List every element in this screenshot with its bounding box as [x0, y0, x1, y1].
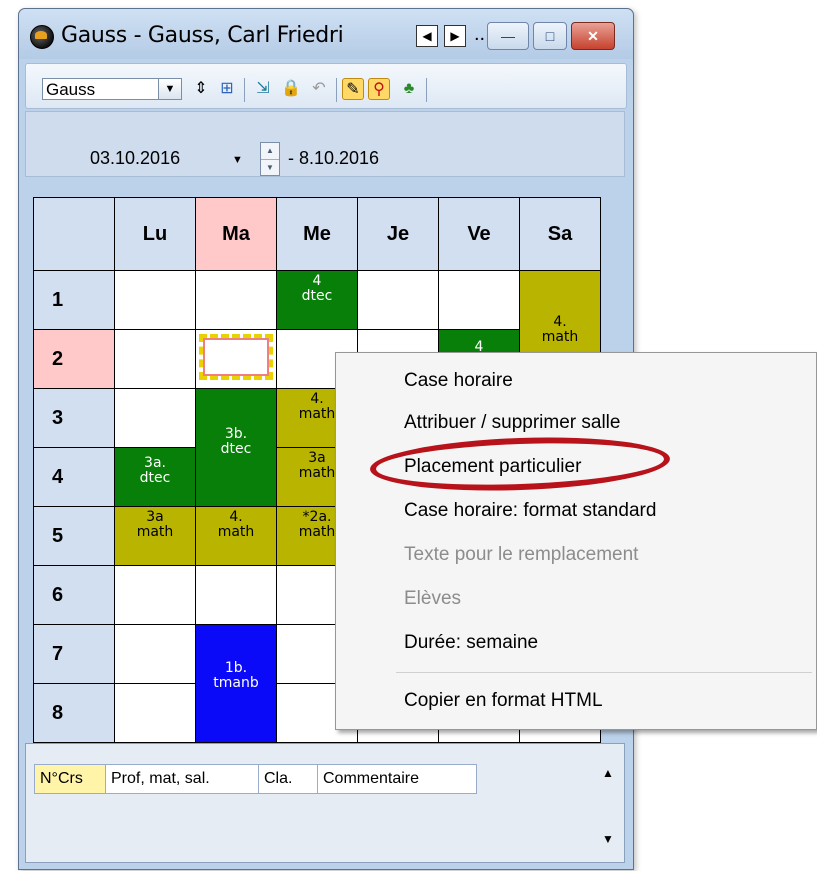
people-icon[interactable]: ♣	[398, 78, 420, 100]
menu-separator	[396, 672, 812, 673]
search-icon[interactable]: ⚲	[368, 78, 390, 100]
teacher-select-value: Gauss	[46, 80, 96, 99]
title-ellipsis: ..	[474, 23, 486, 45]
lesson-class: 4	[312, 273, 322, 289]
minimize-button[interactable]: —	[487, 22, 529, 50]
lesson-subject: math	[217, 524, 255, 540]
spin-down-icon[interactable]: ▼	[261, 160, 279, 176]
spin-up-icon[interactable]: ▲	[261, 143, 279, 160]
end-date-label: - 8.10.2016	[288, 148, 380, 168]
lesson-cell[interactable]: 1b. tmanb	[195, 624, 277, 743]
menu-item-copier-html[interactable]: Copier en format HTML	[404, 690, 603, 712]
lesson-class: 3b.	[224, 426, 248, 442]
chevron-down-icon[interactable]: ▼	[158, 79, 181, 99]
period-label-8[interactable]: 8	[33, 683, 115, 743]
column-header-course-number[interactable]: N°Crs	[34, 764, 106, 794]
chevron-down-icon[interactable]: ▼	[232, 154, 243, 166]
toolbar-separator	[426, 78, 427, 102]
selected-slot[interactable]	[199, 334, 273, 380]
timetable-slot[interactable]	[438, 270, 520, 330]
course-list-panel: N°Crs Prof, mat, sal. Cla. Commentaire ▲…	[25, 743, 625, 863]
menu-item-case-horaire[interactable]: Case horaire	[404, 370, 513, 392]
menu-item-attribuer-salle[interactable]: Attribuer / supprimer salle	[404, 412, 620, 434]
timetable-slot[interactable]	[357, 270, 439, 330]
lesson-class: 4.	[229, 509, 243, 525]
window-title: Gauss - Gauss, Carl Friedri	[61, 23, 344, 48]
toolbar-separator	[244, 78, 245, 102]
menu-item-texte-remplacement: Texte pour le remplacement	[404, 544, 639, 565]
timetable-slot[interactable]	[195, 565, 277, 625]
menu-item-format-standard[interactable]: Case horaire: format standard	[404, 500, 656, 522]
period-label-6[interactable]: 6	[33, 565, 115, 625]
lesson-class: 3a.	[144, 455, 166, 471]
period-label-4[interactable]: 4	[33, 447, 115, 507]
lesson-subject: dtec	[139, 470, 171, 486]
period-label-5[interactable]: 5	[33, 506, 115, 566]
grid-corner	[33, 197, 115, 271]
lesson-cell[interactable]: 3a math	[114, 506, 196, 566]
column-header-comment[interactable]: Commentaire	[317, 764, 477, 794]
sort-icon[interactable]: ⇕	[190, 78, 212, 100]
lesson-cell[interactable]: 3a. dtec	[114, 447, 196, 507]
toolbar: Gauss ▼ ⇕ ⊞ ⇲ 🔒 ↶ ✎ ⚲ ♣	[25, 63, 627, 109]
lesson-cell[interactable]: 4 dtec	[276, 270, 358, 330]
lesson-class: 1b.	[224, 660, 248, 676]
date-range-bar: 03.10.2016 ▼ ▲ ▼ - 8.10.2016	[25, 111, 625, 177]
grid-icon[interactable]: ⊞	[216, 78, 238, 100]
column-header-teacher-subject-room[interactable]: Prof, mat, sal.	[105, 764, 259, 794]
lock-icon[interactable]: 🔒	[280, 78, 302, 100]
menu-item-duree-semaine[interactable]: Durée: semaine	[404, 632, 538, 654]
lesson-subject: tmanb	[213, 675, 259, 691]
lesson-subject: dtec	[301, 288, 333, 304]
lesson-cell[interactable]: 3b. dtec	[195, 388, 277, 507]
app-icon	[30, 25, 54, 49]
day-header-ma[interactable]: Ma	[195, 197, 277, 271]
lesson-class: 3a	[146, 509, 164, 525]
period-label-1[interactable]: 1	[33, 270, 115, 330]
timetable-slot[interactable]	[114, 624, 196, 684]
undo-icon[interactable]: ↶	[308, 78, 330, 100]
timetable-slot[interactable]	[114, 683, 196, 743]
lesson-class: 4.	[553, 314, 567, 330]
close-button[interactable]: ✕	[571, 22, 615, 50]
nav-next-button[interactable]: ▶	[444, 25, 466, 47]
day-header-ve[interactable]: Ve	[438, 197, 520, 271]
timetable-slot[interactable]	[114, 388, 196, 448]
day-header-lu[interactable]: Lu	[114, 197, 196, 271]
scroll-down-icon[interactable]: ▼	[602, 832, 614, 846]
maximize-button[interactable]: □	[533, 22, 567, 50]
context-menu: Case horaire Attribuer / supprimer salle…	[335, 352, 817, 730]
import-icon[interactable]: ⇲	[252, 78, 274, 100]
nav-prev-button[interactable]: ◀	[416, 25, 438, 47]
start-date-field[interactable]: 03.10.2016	[90, 148, 180, 169]
lesson-subject: dtec	[220, 441, 252, 457]
period-label-7[interactable]: 7	[33, 624, 115, 684]
day-header-je[interactable]: Je	[357, 197, 439, 271]
edit-icon[interactable]: ✎	[342, 78, 364, 100]
toolbar-separator	[336, 78, 337, 102]
lesson-subject: math	[136, 524, 174, 540]
column-header-class[interactable]: Cla.	[258, 764, 318, 794]
title-bar[interactable]: Gauss - Gauss, Carl Friedri ◀ ▶ .. — □ ✕	[19, 9, 633, 59]
menu-item-eleves: Elèves	[404, 588, 462, 609]
period-label-3[interactable]: 3	[33, 388, 115, 448]
timetable-slot[interactable]	[114, 329, 196, 389]
timetable-slot[interactable]	[195, 270, 277, 330]
date-spinner[interactable]: ▲ ▼	[260, 142, 280, 176]
teacher-select[interactable]: Gauss ▼	[42, 78, 182, 100]
timetable-slot[interactable]	[114, 565, 196, 625]
scroll-up-icon[interactable]: ▲	[602, 766, 614, 780]
period-label-2[interactable]: 2	[33, 329, 115, 389]
lesson-cell[interactable]: 4. math	[195, 506, 277, 566]
day-header-sa[interactable]: Sa	[519, 197, 601, 271]
timetable-slot[interactable]	[114, 270, 196, 330]
lesson-subject: math	[541, 329, 579, 345]
day-header-me[interactable]: Me	[276, 197, 358, 271]
